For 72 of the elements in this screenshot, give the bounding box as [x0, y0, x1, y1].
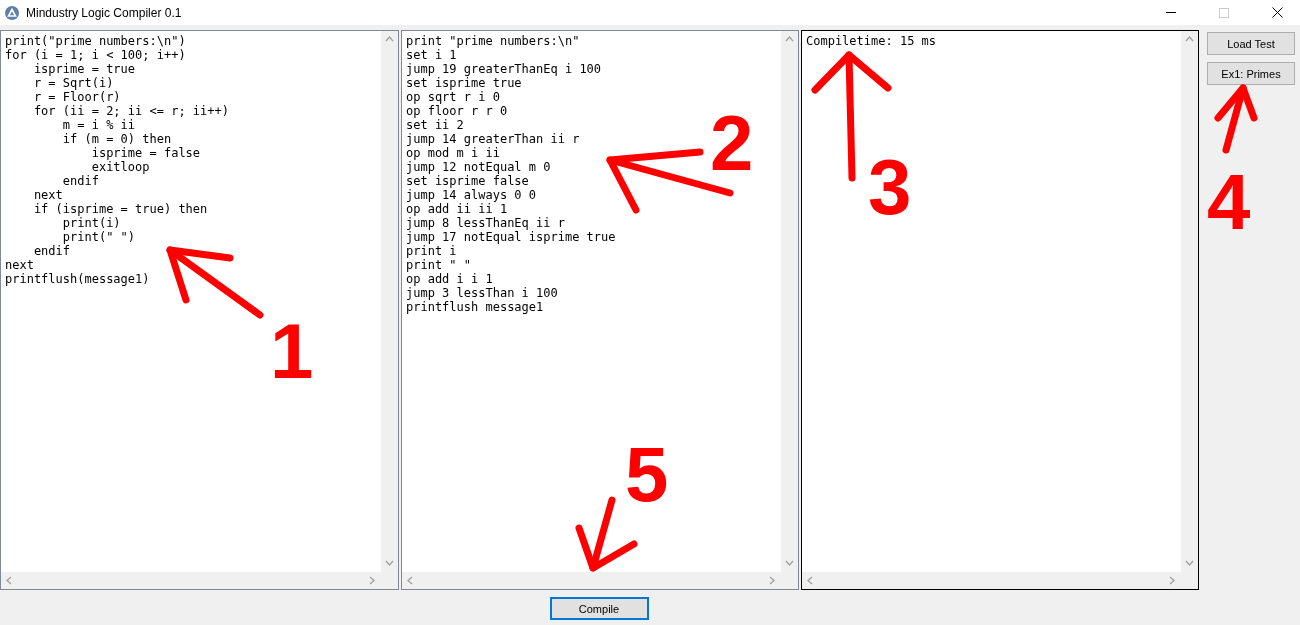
- code-line: Compiletime: 15 ms: [806, 34, 938, 48]
- code-line: jump 19 greaterThanEq i 100: [406, 62, 603, 76]
- annotation-number: 4: [1207, 163, 1251, 241]
- scroll-left-icon[interactable]: [406, 576, 415, 585]
- code-line: isprime = true: [32, 62, 137, 76]
- code-line: op sqrt r i 0: [406, 90, 501, 104]
- scroll-down-icon[interactable]: [385, 559, 394, 568]
- code-editor[interactable]: [401, 30, 799, 590]
- code-line: print "prime numbers:\n": [406, 34, 581, 48]
- code-line: printflush(message1): [5, 272, 151, 286]
- annotation-number: 5: [625, 435, 669, 513]
- code-line: jump 8 lessThanEq ii r: [406, 216, 566, 230]
- code-line: jump 3 lessThan i 100: [406, 286, 559, 300]
- code-line: op add i i 1: [406, 272, 494, 286]
- code-line: if (isprime = true) then: [32, 202, 209, 216]
- code-line: op mod m i ii: [406, 146, 501, 160]
- code-line: set ii 2: [406, 118, 465, 132]
- vertical-scrollbar[interactable]: [1181, 31, 1198, 572]
- annotation-number: 1: [270, 312, 314, 390]
- scroll-down-icon[interactable]: [1185, 559, 1194, 568]
- vertical-scrollbar[interactable]: [381, 31, 398, 572]
- scroll-left-icon[interactable]: [806, 576, 815, 585]
- code-line: r = Sqrt(i): [32, 76, 115, 90]
- scroll-up-icon[interactable]: [785, 35, 794, 44]
- code-line: next: [32, 188, 64, 202]
- code-line: print " ": [406, 258, 473, 272]
- code-line: op floor r r 0: [406, 104, 509, 118]
- window-title: Mindustry Logic Compiler 0.1: [26, 5, 183, 20]
- side-button[interactable]: Ex1: Primes: [1207, 62, 1295, 85]
- horizontal-scrollbar[interactable]: [802, 572, 1181, 589]
- scroll-right-icon[interactable]: [768, 576, 777, 585]
- code-line: print("prime numbers:\n"): [5, 34, 187, 48]
- code-line: set isprime false: [406, 174, 530, 188]
- code-line: isprime = false: [90, 146, 202, 160]
- scroll-right-icon[interactable]: [368, 576, 377, 585]
- code-line: if (m = 0) then: [61, 132, 173, 146]
- code-line: print(" "): [61, 230, 137, 244]
- vertical-scrollbar[interactable]: [781, 31, 798, 572]
- code-line: print i: [406, 244, 458, 258]
- code-line: endif: [32, 244, 72, 258]
- close-icon: [1271, 7, 1283, 18]
- side-button[interactable]: Load Test: [1207, 32, 1295, 55]
- code-line: endif: [61, 174, 100, 188]
- code-line: exitloop: [90, 160, 151, 174]
- annotation-number: 2: [710, 104, 754, 182]
- code-line: r = Floor(r): [32, 90, 122, 104]
- code-line: m = i % ii: [61, 118, 137, 132]
- code-line: set i 1: [406, 48, 458, 62]
- code-line: jump 14 always 0 0: [406, 188, 538, 202]
- code-line: jump 17 notEqual isprime true: [406, 230, 617, 244]
- scroll-right-icon[interactable]: [1168, 576, 1177, 585]
- scroll-up-icon[interactable]: [385, 35, 394, 44]
- code-line: printflush message1: [406, 300, 545, 314]
- code-line: jump 12 notEqual m 0: [406, 160, 552, 174]
- code-editor[interactable]: [0, 30, 399, 590]
- horizontal-scrollbar[interactable]: [402, 572, 781, 589]
- code-line: op add ii ii 1: [406, 202, 509, 216]
- code-line: for (ii = 2; ii <= r; ii++): [32, 104, 230, 118]
- annotation-number: 3: [868, 148, 912, 226]
- maximize-icon: [1219, 7, 1229, 18]
- code-line: set isprime true: [406, 76, 523, 90]
- scroll-left-icon[interactable]: [5, 576, 14, 585]
- code-line: print(i): [61, 216, 122, 230]
- horizontal-scrollbar[interactable]: [1, 572, 381, 589]
- app-logo-icon: [5, 5, 19, 20]
- code-line: for (i = 1; i < 100; i++): [5, 48, 187, 62]
- code-line: next: [5, 258, 35, 272]
- compile-button[interactable]: Compile: [549, 597, 649, 620]
- code-line: jump 14 greaterThan ii r: [406, 132, 581, 146]
- scroll-up-icon[interactable]: [1185, 35, 1194, 44]
- scroll-down-icon[interactable]: [785, 559, 794, 568]
- minimize-icon: [1166, 12, 1176, 13]
